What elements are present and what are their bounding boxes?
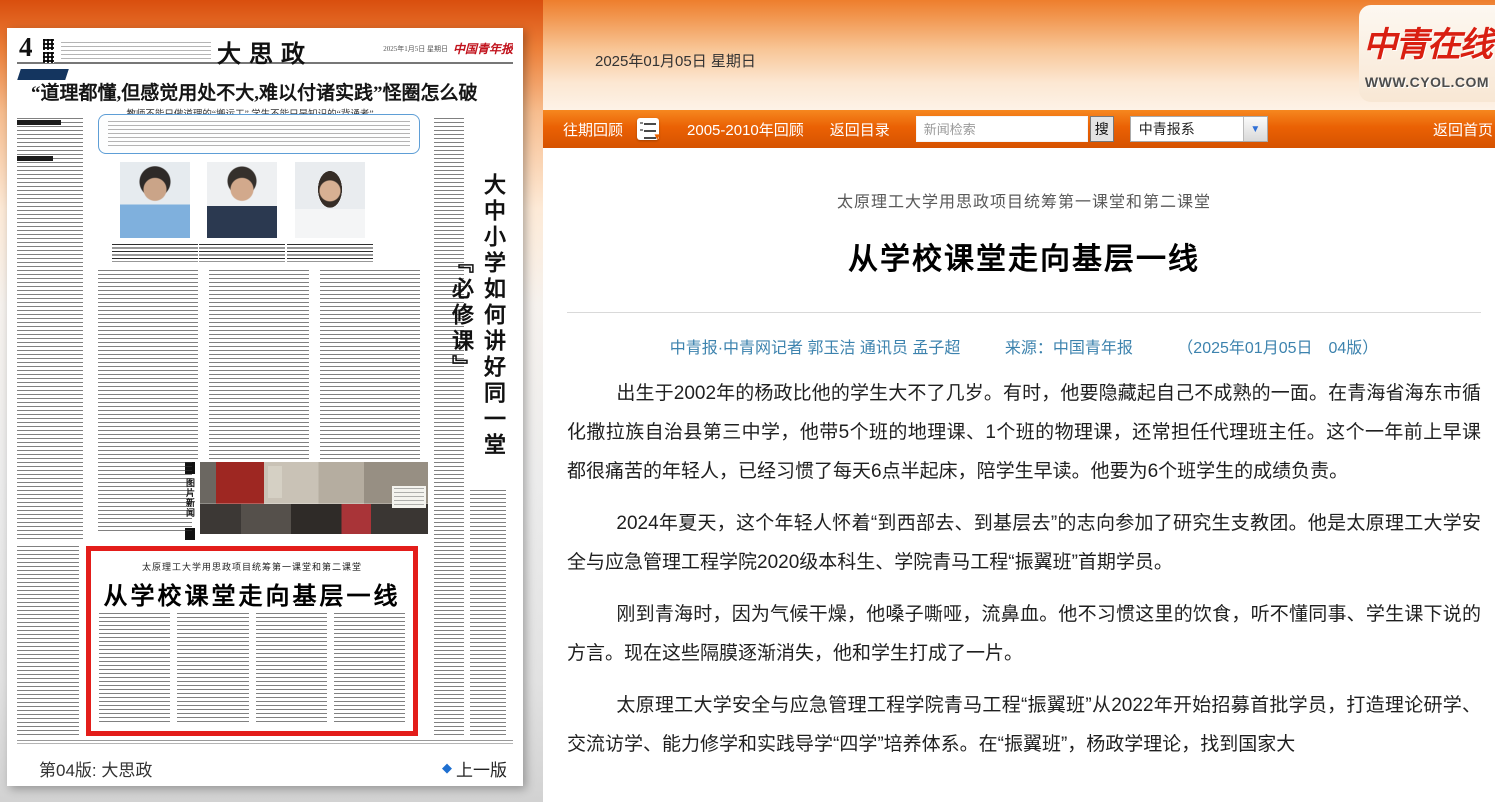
cyol-logo-text: 中青在线	[1359, 17, 1495, 66]
text-column-placeholder	[434, 118, 464, 738]
newspaper-logo: 中国青年报	[453, 40, 513, 57]
article-content: 太原理工大学用思政项目统筹第一课堂和第二课堂 从学校课堂走向基层一线 中青报·中…	[543, 148, 1495, 802]
text-column-placeholder	[98, 270, 198, 460]
nav-review-link[interactable]: 2005-2010年回顾	[677, 119, 814, 140]
search-button[interactable]: 搜	[1090, 116, 1114, 142]
highlighted-article-box[interactable]: 太原理工大学用思政项目统筹第一课堂和第二课堂 从学校课堂走向基层一线	[86, 546, 418, 736]
text-column-placeholder	[99, 613, 170, 723]
search-area: 搜	[916, 116, 1114, 142]
text-column-placeholder	[334, 613, 405, 723]
vertical-headline: 大中小学如何讲好同一堂『必修课』	[467, 150, 509, 482]
boxed-article-subtitle: 太原理工大学用思政项目统筹第一课堂和第二课堂	[91, 560, 413, 573]
article-byline: 中青报·中青网记者 郭玉洁 通讯员 孟子超 来源：中国青年报 （2025年01月…	[567, 334, 1481, 358]
issue-date: 2025年01月05日 星期日	[595, 50, 756, 71]
newspaper-headline: “道理都懂,但感觉用处不大,难以付诸实践”怪圈怎么破	[31, 78, 473, 105]
byline-source: 来源：中国青年报	[1005, 340, 1133, 357]
dropdown-arrow-icon: ▾	[654, 132, 660, 143]
newspaper-imprint-placeholder	[17, 740, 513, 746]
text-column-placeholder	[98, 462, 192, 534]
text-column-placeholder	[17, 118, 83, 542]
intro-box	[98, 114, 420, 154]
qr-code-icon	[43, 52, 54, 63]
news-photo	[200, 462, 428, 534]
article-title: 从学校课堂走向基层一线	[567, 234, 1481, 278]
byline-author: 中青报·中青网记者 郭玉洁 通讯员 孟子超	[670, 340, 961, 357]
text-heading-placeholder	[17, 156, 53, 161]
article-body: 出生于2002年的杨政比他的学生大不了几岁。有时，他要隐藏起自己不成熟的一面。在…	[567, 374, 1481, 764]
page-navigation-bar: 第04版: 大思政 ◆ 上一版	[7, 750, 523, 786]
photo-credit-placeholder	[392, 486, 426, 508]
portrait-photo	[120, 162, 190, 238]
newspaper-facsimile: 4 大思政 2025年1月5日 星期日 中国青年报 “道理都懂,但感觉用处不大,…	[17, 38, 513, 748]
article-subtitle: 太原理工大学用思政项目统筹第一课堂和第二课堂	[567, 188, 1481, 212]
portrait-photo	[295, 162, 365, 238]
boxed-article-title: 从学校课堂走向基层一线	[91, 576, 413, 611]
newspaper-page-number: 4	[19, 38, 33, 63]
newspaper-masthead: 4 大思政 2025年1月5日 星期日 中国青年报	[17, 38, 513, 64]
chevron-down-icon: ▼	[1243, 117, 1267, 141]
text-column-placeholder	[470, 490, 506, 738]
text-column-placeholder	[177, 613, 248, 723]
search-input[interactable]	[916, 116, 1088, 142]
archive-list-icon[interactable]: ▾	[637, 118, 659, 140]
page: 4 大思政 2025年1月5日 星期日 中国青年报 “道理都懂,但感觉用处不大,…	[0, 0, 1495, 802]
newspaper-date: 2025年1月5日 星期日	[383, 44, 448, 54]
previous-page-link[interactable]: ◆ 上一版	[442, 756, 507, 781]
intro-text-placeholder	[108, 121, 410, 147]
article-paragraph: 2024年夏天，这个年轻人怀着“到西部去、到基层去”的志向参加了研究生支教团。他…	[567, 504, 1481, 582]
divider	[567, 312, 1481, 313]
nav-archive-link[interactable]: 往期回顾	[553, 119, 633, 140]
article-paragraph: 出生于2002年的杨政比他的学生大不了几岁。有时，他要隐藏起自己不成熟的一面。在…	[567, 374, 1481, 491]
nav-toc-link[interactable]: 返回目录	[820, 119, 900, 140]
photo-caption-placeholder	[112, 244, 198, 262]
photo-caption-placeholder	[287, 244, 373, 262]
nav-home-link[interactable]: 返回首页	[1423, 119, 1495, 140]
mural-figure	[268, 466, 282, 498]
cyol-logo[interactable]: 中青在线 WWW.CYOL.COM	[1359, 5, 1495, 102]
navigation-bar: 往期回顾 ▾ 2005-2010年回顾 返回目录 搜 中青报系 ▼ 返回首页	[543, 110, 1495, 148]
article-paragraph: 刚到青海时，因为气候干燥，他嗓子嘶哑，流鼻血。他不习惯这里的饮食，听不懂同事、学…	[567, 595, 1481, 673]
portrait-photo	[207, 162, 277, 238]
previous-page-label: 上一版	[456, 756, 507, 781]
byline-issue: （2025年01月05日 04版）	[1177, 340, 1378, 357]
text-column-placeholder	[256, 613, 327, 723]
newspaper-panel: 4 大思政 2025年1月5日 星期日 中国青年报 “道理都懂,但感觉用处不大,…	[0, 0, 543, 802]
article-paragraph: 太原理工大学安全与应急管理工程学院青马工程“振翼班”从2022年开始招募首批学员…	[567, 686, 1481, 764]
text-heading-placeholder	[17, 120, 61, 125]
text-column-placeholder	[209, 270, 309, 460]
newspaper-section-title: 大思政	[137, 38, 393, 69]
text-column-placeholder	[320, 270, 420, 460]
photo-caption-placeholder	[199, 244, 285, 262]
site-header: 2025年01月05日 星期日 中青在线 WWW.CYOL.COM	[543, 0, 1495, 110]
article-panel: 2025年01月05日 星期日 中青在线 WWW.CYOL.COM 往期回顾 ▾…	[543, 0, 1495, 802]
series-select[interactable]: 中青报系 ▼	[1130, 116, 1268, 142]
series-select-value: 中青报系	[1131, 119, 1243, 139]
text-column-placeholder	[17, 546, 79, 738]
cyol-logo-url: WWW.CYOL.COM	[1359, 74, 1495, 90]
prev-page-icon: ◆	[442, 760, 452, 776]
newspaper-page-image[interactable]: 4 大思政 2025年1月5日 星期日 中国青年报 “道理都懂,但感觉用处不大,…	[7, 28, 523, 786]
page-label: 第04版: 大思政	[39, 756, 152, 781]
qr-code-icon	[43, 39, 54, 50]
